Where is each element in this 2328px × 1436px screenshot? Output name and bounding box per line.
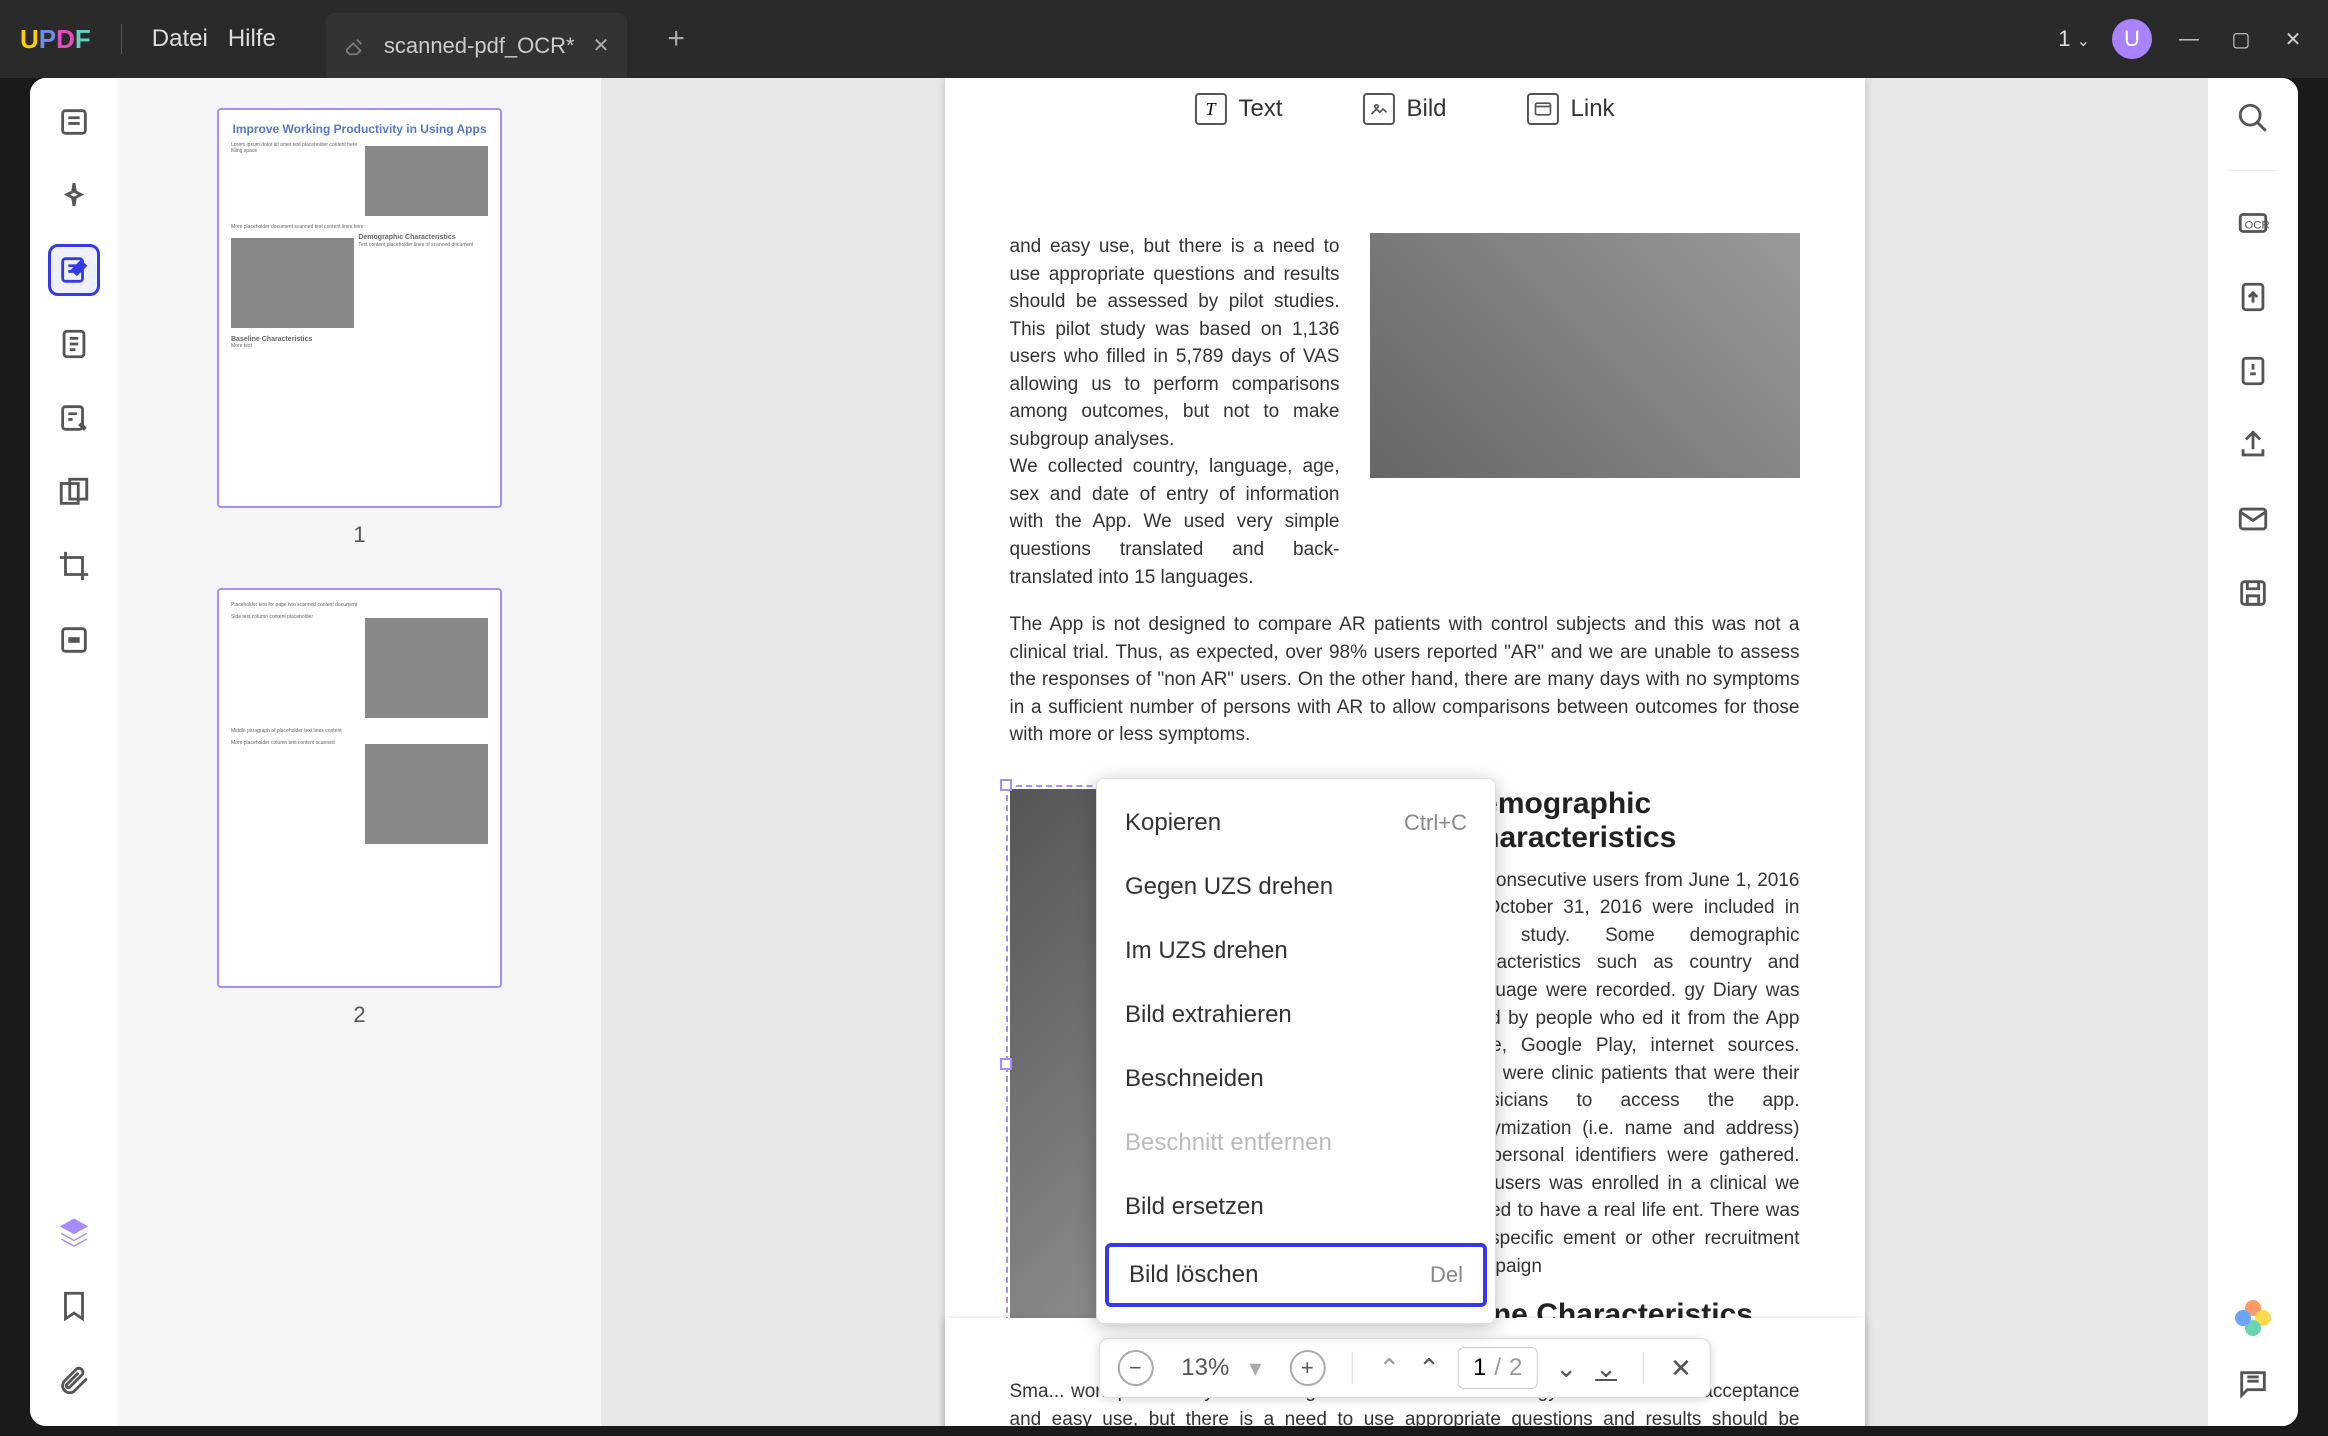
right-toolbar: OCR [2208,78,2298,1426]
page-indicator[interactable]: 1 ⌄ [2058,26,2090,52]
titlebar: UPDF Datei Hilfe scanned-pdf_OCR* ✕ + 1 … [0,0,2328,78]
minimize-button[interactable]: — [2174,28,2204,51]
thumbnail-2[interactable]: Placeholder text for page two scanned co… [148,588,571,1028]
edit-text-tool[interactable]: T Text [1194,93,1282,125]
resize-handle-ml[interactable] [1000,1058,1012,1070]
edit-image-tool[interactable]: Bild [1362,93,1446,125]
workspace: Improve Working Productivity in Using Ap… [30,78,2298,1426]
thumbnail-number: 2 [353,1002,365,1028]
thumbnail-1[interactable]: Improve Working Productivity in Using Ap… [148,108,571,548]
link-icon [1527,93,1559,125]
last-page-button[interactable]: ⌄ [1595,1353,1617,1384]
zoom-out-button[interactable]: − [1117,1350,1153,1386]
svg-text:OCR: OCR [2245,220,2270,232]
close-window-button[interactable]: ✕ [2278,27,2308,52]
form-tool[interactable] [48,392,100,444]
text-icon: T [1194,93,1226,125]
save-button[interactable] [2231,571,2275,615]
share-button[interactable] [2231,423,2275,467]
new-tab-button[interactable]: + [667,22,685,56]
ctx-replace-image[interactable]: Bild ersetzen [1097,1175,1495,1239]
ocr-button[interactable]: OCR [2231,201,2275,245]
edit-link-tool[interactable]: Link [1527,93,1615,125]
compress-button[interactable] [2231,349,2275,393]
next-page-button[interactable]: ⌄ [1555,1353,1577,1384]
thumbnail-number: 1 [353,522,365,548]
thumbnail-panel: Improve Working Productivity in Using Ap… [118,78,601,1426]
thumbnail-page: Improve Working Productivity in Using Ap… [217,108,502,508]
thumbnail-page: Placeholder text for page two scanned co… [217,588,502,988]
section-heading[interactable]: Demographic Characteristics [1460,787,1800,855]
user-avatar[interactable]: U [2112,19,2152,59]
close-navigator-button[interactable]: ✕ [1670,1353,1692,1384]
layers-tool[interactable] [48,1206,100,1258]
ai-assistant-button[interactable] [2235,1300,2271,1336]
tab-close-button[interactable]: ✕ [593,33,610,58]
page-tool[interactable] [48,318,100,370]
paragraph[interactable]: We collected country, language, age, sex… [1010,453,1340,591]
chat-button[interactable] [2231,1362,2275,1406]
attachment-tool[interactable] [48,1354,100,1406]
paragraph[interactable]: and easy use, but there is a need to use… [1010,233,1340,453]
image-context-menu: Kopieren Ctrl+C Gegen UZS drehen Im UZS … [1096,778,1496,1324]
left-toolbar [30,78,118,1426]
comment-tool[interactable] [48,170,100,222]
titlebar-right: 1 ⌄ U — ▢ ✕ [2058,19,2308,59]
eraser-icon [344,35,366,57]
email-button[interactable] [2231,497,2275,541]
app-logo: UPDF [20,24,91,55]
ctx-remove-crop: Beschnitt entfernen [1097,1111,1495,1175]
prev-page-button[interactable]: ⌃ [1418,1353,1440,1384]
ctx-copy[interactable]: Kopieren Ctrl+C [1097,791,1495,855]
zoom-in-button[interactable]: + [1289,1350,1325,1386]
first-page-button[interactable]: ⌃ [1378,1353,1400,1384]
maximize-button[interactable]: ▢ [2226,27,2256,52]
organize-tool[interactable] [48,466,100,518]
document-image[interactable] [1370,233,1800,478]
convert-button[interactable] [2231,275,2275,319]
edit-tool[interactable] [48,244,100,296]
edit-toolbar: T Text Bild Link [1194,93,1614,125]
zoom-level[interactable]: 13%▾ [1171,1354,1271,1383]
resize-handle-tl[interactable] [1000,779,1012,791]
ctx-extract-image[interactable]: Bild extrahieren [1097,983,1495,1047]
ctx-delete-image[interactable]: Bild löschen Del [1105,1243,1487,1307]
paragraph[interactable]: The App is not designed to compare AR pa… [1010,611,1800,749]
bookmark-tool[interactable] [48,1280,100,1332]
separator [121,24,122,54]
document-area[interactable]: T Text Bild Link and easy use, but there… [601,78,2208,1426]
ctx-crop[interactable]: Beschneiden [1097,1047,1495,1111]
page-number-input[interactable]: 1 / 2 [1458,1347,1537,1389]
menu-file[interactable]: Datei [152,25,208,53]
reader-tool[interactable] [48,96,100,148]
image-icon [1362,93,1394,125]
redact-tool[interactable] [48,614,100,666]
menu-help[interactable]: Hilfe [228,25,276,53]
paragraph[interactable]: All consecutive users from June 1, 2016 … [1460,867,1800,1280]
page-navigator: − 13%▾ + ⌃ ⌃ 1 / 2 ⌄ ⌄ ✕ [1098,1338,1710,1398]
ctx-rotate-cw[interactable]: Im UZS drehen [1097,919,1495,983]
search-button[interactable] [2231,96,2275,140]
document-tab[interactable]: scanned-pdf_OCR* ✕ [326,13,628,78]
tab-title: scanned-pdf_OCR* [384,33,575,59]
crop-tool[interactable] [48,540,100,592]
ctx-rotate-ccw[interactable]: Gegen UZS drehen [1097,855,1495,919]
